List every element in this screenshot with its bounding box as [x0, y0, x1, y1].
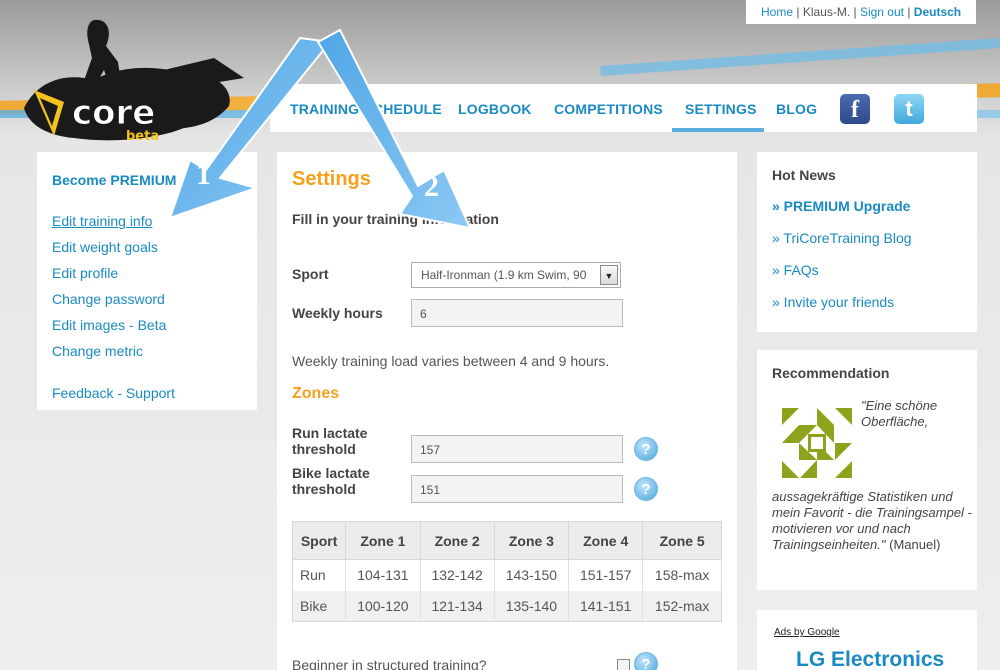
table-cell: 100-120	[345, 590, 421, 622]
help-icon[interactable]: ?	[634, 477, 658, 501]
beginner-label: Beginner in structured training?	[292, 657, 487, 670]
table-cell: 143-150	[493, 559, 569, 591]
top-links: Home | Klaus-M. | Sign out | Deutsch	[746, 0, 976, 24]
nav-settings[interactable]: SETTINGS	[685, 101, 757, 117]
table-header: Zone 3	[493, 521, 570, 560]
home-link[interactable]: Home	[761, 5, 793, 19]
sidebar-item-edit-profile[interactable]: Edit profile	[52, 265, 118, 281]
hot-news-title: Hot News	[772, 167, 836, 183]
run-threshold-label: Run lactate threshold	[292, 425, 368, 457]
settings-panel: Settings Fill in your training informati…	[277, 152, 737, 670]
table-header-row: Sport Zone 1 Zone 2 Zone 3 Zone 4 Zone 5	[291, 521, 722, 560]
username: Klaus-M.	[802, 5, 851, 19]
table-cell: 132-142	[419, 559, 495, 591]
table-cell: Bike	[291, 590, 346, 622]
premium-upgrade-link[interactable]: » PREMIUM Upgrade	[772, 198, 910, 214]
blog-link[interactable]: » TriCoreTraining Blog	[772, 230, 912, 246]
settings-sidebar: Become PREMIUM Edit training info Edit w…	[37, 152, 257, 410]
weekly-hours-label: Weekly hours	[292, 305, 383, 321]
table-header: Sport	[291, 521, 347, 560]
bike-threshold-value: 151	[420, 483, 441, 497]
table-cell: 151-157	[568, 559, 643, 591]
page-title: Settings	[292, 168, 371, 190]
bike-threshold-label: Bike lactate threshold	[292, 465, 370, 497]
table-cell: 152-max	[642, 590, 722, 622]
faqs-link[interactable]: » FAQs	[772, 262, 819, 278]
sport-select-value: Half-Ironman (1.9 km Swim, 90	[421, 268, 587, 282]
table-row: Bike 100-120 121-134 135-140 141-151 152…	[291, 590, 722, 622]
tricore-logo[interactable]: core beta	[14, 18, 254, 158]
feedback-support-link[interactable]: Feedback - Support	[52, 385, 175, 401]
run-threshold-value: 157	[420, 443, 441, 457]
user-avatar	[782, 408, 852, 478]
table-header: Zone 4	[568, 521, 644, 560]
sidebar-item-edit-training-info[interactable]: Edit training info	[52, 213, 152, 229]
table-cell: 135-140	[493, 590, 569, 622]
active-tab-indicator	[672, 128, 764, 132]
ads-panel: Ads by Google LG Electronics	[757, 610, 977, 670]
ads-by-google-link[interactable]: Ads by Google	[774, 627, 840, 638]
nav-blog[interactable]: BLOG	[776, 101, 817, 117]
invite-friends-link[interactable]: » Invite your friends	[772, 294, 894, 310]
weekly-hours-value: 6	[420, 307, 427, 321]
bike-threshold-input[interactable]: 151	[411, 475, 623, 503]
testimonial-quote: aussagekräftige Statistiken und mein Fav…	[772, 489, 972, 553]
run-threshold-input[interactable]: 157	[411, 435, 623, 463]
recommendation-panel: Recommendation "Eine schöne Oberfläche, …	[757, 350, 977, 590]
training-load-note: Weekly training load varies between 4 an…	[292, 353, 610, 369]
sidebar-item-change-metric[interactable]: Change metric	[52, 343, 143, 359]
chevron-down-icon[interactable]: ▼	[600, 265, 618, 285]
testimonial-author: (Manuel)	[889, 537, 941, 552]
table-cell: 141-151	[568, 590, 643, 622]
zones-table: Sport Zone 1 Zone 2 Zone 3 Zone 4 Zone 5…	[291, 521, 722, 622]
logo-beta: beta	[126, 129, 159, 144]
zones-heading: Zones	[292, 385, 340, 402]
sport-select[interactable]: Half-Ironman (1.9 km Swim, 90 ▼	[411, 262, 621, 288]
beginner-checkbox[interactable]	[617, 659, 630, 670]
table-cell: 121-134	[419, 590, 495, 622]
table-header: Zone 1	[345, 521, 421, 560]
main-nav: TRAINING SCHEDULE LOGBOOK COMPETITIONS S…	[270, 84, 977, 132]
table-cell: 158-max	[642, 559, 722, 591]
table-header: Zone 2	[419, 521, 495, 560]
help-icon[interactable]: ?	[634, 437, 658, 461]
table-header: Zone 5	[642, 521, 722, 560]
testimonial-quote-end: aussagekräftige Statistiken und mein Fav…	[772, 489, 972, 552]
sidebar-item-edit-images[interactable]: Edit images - Beta	[52, 317, 166, 333]
page-subtitle: Fill in your training information	[292, 211, 499, 227]
testimonial-quote-start: "Eine schöne Oberfläche,	[861, 398, 938, 429]
sport-label: Sport	[292, 266, 329, 282]
nav-logbook[interactable]: LOGBOOK	[458, 101, 532, 117]
logo-text: core	[72, 93, 155, 133]
sign-out-link[interactable]: Sign out	[860, 5, 904, 19]
hot-news-panel: Hot News » PREMIUM Upgrade » TriCoreTrai…	[757, 152, 977, 332]
table-cell: Run	[291, 559, 346, 591]
help-icon[interactable]: ?	[634, 652, 658, 670]
become-premium-title[interactable]: Become PREMIUM	[52, 172, 242, 188]
facebook-icon[interactable]: f	[840, 94, 870, 124]
table-row: Run 104-131 132-142 143-150 151-157 158-…	[291, 559, 722, 591]
nav-training-schedule[interactable]: TRAINING SCHEDULE	[290, 101, 442, 117]
ad-headline[interactable]: LG Electronics	[796, 648, 944, 670]
twitter-icon[interactable]: t	[894, 94, 924, 124]
sidebar-item-edit-weight-goals[interactable]: Edit weight goals	[52, 239, 158, 255]
nav-competitions[interactable]: COMPETITIONS	[554, 101, 663, 117]
weekly-hours-input[interactable]: 6	[411, 299, 623, 327]
recommendation-title: Recommendation	[772, 365, 890, 381]
table-cell: 104-131	[345, 559, 421, 591]
language-link[interactable]: Deutsch	[914, 5, 961, 19]
sidebar-item-change-password[interactable]: Change password	[52, 291, 165, 307]
